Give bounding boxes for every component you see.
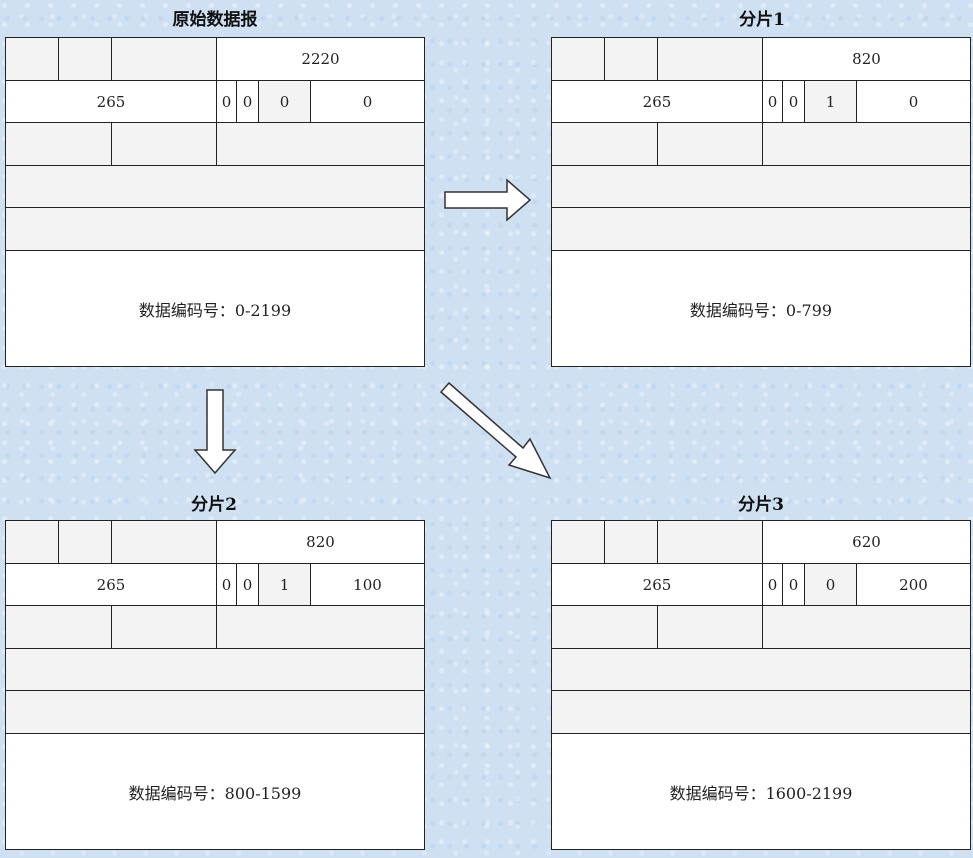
arrow-down-icon xyxy=(193,389,237,475)
field-identification: 265 xyxy=(642,92,672,111)
field-source-address xyxy=(6,166,424,208)
field-destination-address xyxy=(6,691,424,734)
field-checksum xyxy=(216,606,424,648)
field-version xyxy=(552,38,604,80)
field-flag-df: 0 xyxy=(236,81,258,122)
field-flag-mf: 0 xyxy=(804,564,856,605)
data-range-label: 数据编码号：0-2199 xyxy=(138,300,292,320)
data-range-label: 数据编码号：800-1599 xyxy=(128,783,302,803)
field-ihl xyxy=(58,38,111,80)
row-header-1: 2220 xyxy=(6,38,424,81)
field-source-address xyxy=(6,649,424,691)
field-flag-reserved: 0 xyxy=(216,564,236,605)
field-version xyxy=(6,521,58,563)
field-ttl xyxy=(6,606,111,648)
field-protocol xyxy=(111,606,216,648)
row-header-1: 620 xyxy=(552,521,970,564)
field-flag-mf: 1 xyxy=(804,81,856,122)
field-ihl xyxy=(604,521,657,563)
field-total-length: 2220 xyxy=(216,38,424,80)
row-header-1: 820 xyxy=(552,38,970,81)
field-ttl xyxy=(6,123,111,165)
field-flag-mf: 1 xyxy=(258,564,310,605)
field-flag-mf: 0 xyxy=(258,81,310,122)
title-frag3: 分片3 xyxy=(738,495,784,515)
field-protocol xyxy=(111,123,216,165)
field-flag-reserved: 0 xyxy=(216,81,236,122)
row-header-2: 265 0 0 1 0 xyxy=(552,81,970,123)
row-header-2: 265 0 0 1 100 xyxy=(6,564,424,606)
field-flag-reserved: 0 xyxy=(762,564,782,605)
field-fragment-offset: 0 xyxy=(856,81,970,122)
field-identification: 265 xyxy=(642,575,672,594)
field-ihl xyxy=(58,521,111,563)
field-total-length: 820 xyxy=(216,521,424,563)
field-version xyxy=(552,521,604,563)
field-protocol xyxy=(657,123,762,165)
field-fragment-offset: 200 xyxy=(856,564,970,605)
field-identification: 265 xyxy=(96,92,126,111)
field-checksum xyxy=(216,123,424,165)
field-source-address xyxy=(552,166,970,208)
field-tos xyxy=(657,38,762,80)
row-header-1: 820 xyxy=(6,521,424,564)
title-frag1: 分片1 xyxy=(739,10,785,30)
field-ttl xyxy=(552,123,657,165)
field-identification: 265 xyxy=(96,575,126,594)
field-fragment-offset: 0 xyxy=(310,81,424,122)
field-data: 数据编码号：800-1599 xyxy=(6,734,424,849)
row-header-3 xyxy=(6,606,424,649)
packet-original: 2220 265 0 0 0 0 数据编码号：0-2199 xyxy=(5,37,425,367)
field-data: 数据编码号：0-799 xyxy=(552,251,970,366)
field-ttl xyxy=(552,606,657,648)
field-tos xyxy=(111,521,216,563)
field-source-address xyxy=(552,649,970,691)
field-fragment-offset: 100 xyxy=(310,564,424,605)
field-total-length: 820 xyxy=(762,38,970,80)
field-data: 数据编码号：0-2199 xyxy=(6,251,424,366)
field-flag-df: 0 xyxy=(236,564,258,605)
data-range-label: 数据编码号：1600-2199 xyxy=(669,783,853,803)
field-destination-address xyxy=(552,208,970,251)
field-flag-df: 0 xyxy=(782,81,804,122)
arrow-diagonal-icon xyxy=(439,381,552,480)
data-range-label: 数据编码号：0-799 xyxy=(689,300,833,320)
packet-frag2: 820 265 0 0 1 100 数据编码号：800-1599 xyxy=(5,520,425,850)
field-destination-address xyxy=(6,208,424,251)
row-header-3 xyxy=(552,606,970,649)
arrow-right-icon xyxy=(444,178,532,222)
field-flag-reserved: 0 xyxy=(762,81,782,122)
title-frag2: 分片2 xyxy=(191,495,237,515)
field-protocol xyxy=(657,606,762,648)
packet-frag1: 820 265 0 0 1 0 数据编码号：0-799 xyxy=(551,37,971,367)
field-ihl xyxy=(604,38,657,80)
field-data: 数据编码号：1600-2199 xyxy=(552,734,970,849)
field-flag-df: 0 xyxy=(782,564,804,605)
field-checksum xyxy=(762,606,970,648)
field-tos xyxy=(657,521,762,563)
row-header-3 xyxy=(6,123,424,166)
packet-frag3: 620 265 0 0 0 200 数据编码号：1600-2199 xyxy=(551,520,971,850)
field-checksum xyxy=(762,123,970,165)
row-header-3 xyxy=(552,123,970,166)
field-version xyxy=(6,38,58,80)
row-header-2: 265 0 0 0 200 xyxy=(552,564,970,606)
field-total-length: 620 xyxy=(762,521,970,563)
field-tos xyxy=(111,38,216,80)
row-header-2: 265 0 0 0 0 xyxy=(6,81,424,123)
field-destination-address xyxy=(552,691,970,734)
title-original: 原始数据报 xyxy=(172,10,258,30)
